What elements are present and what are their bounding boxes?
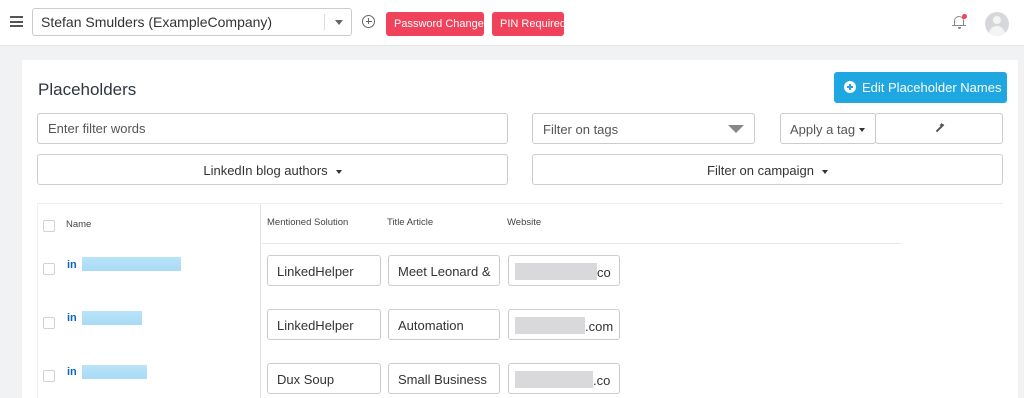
menu-icon[interactable] <box>10 16 23 27</box>
password-changed-badge[interactable]: Password Changed <box>386 12 490 36</box>
website-field[interactable]: .co <box>508 363 620 394</box>
row-checkbox[interactable] <box>43 263 55 275</box>
website-field[interactable]: co <box>508 255 620 286</box>
linkedin-blog-authors-label: LinkedIn blog authors <box>203 163 328 178</box>
mentioned-solution-field[interactable]: Dux Soup <box>267 363 381 394</box>
filter-on-campaign-dropdown[interactable]: Filter on campaign <box>532 154 1003 185</box>
select-separator <box>324 14 325 30</box>
filter-on-campaign-label: Filter on campaign <box>707 163 814 178</box>
column-header-title-article: Title Article <box>387 217 434 228</box>
linkedin-icon[interactable]: in <box>67 312 77 324</box>
chevron-down-icon <box>728 125 744 133</box>
apply-tag-label: Apply a tag <box>790 122 856 137</box>
column-header-name: Name <box>66 219 92 230</box>
caret-down-icon <box>821 169 828 174</box>
header-divider <box>262 243 902 244</box>
caret-down-icon <box>335 169 342 174</box>
website-field[interactable]: .com <box>508 309 620 340</box>
notification-bell-icon[interactable] <box>952 14 967 30</box>
magic-wand-icon: ✦ <box>933 122 945 134</box>
placeholders-card: Placeholders Edit Placeholder Names Filt… <box>22 60 1018 398</box>
placeholders-table: Name Mentioned Solution Title Article We… <box>37 203 1003 398</box>
magic-wand-button[interactable]: ✦ <box>875 113 1003 144</box>
avatar[interactable] <box>985 12 1009 36</box>
edit-placeholder-names-button[interactable]: Edit Placeholder Names <box>834 72 1007 103</box>
select-all-checkbox[interactable] <box>43 220 55 232</box>
redacted-name-link[interactable] <box>82 257 181 271</box>
pin-required-badge[interactable]: PIN Required <box>492 12 566 36</box>
website-tail: .com <box>585 319 614 335</box>
linkedin-icon[interactable]: in <box>67 259 77 271</box>
plus-circle-icon <box>844 81 856 93</box>
row-checkbox[interactable] <box>43 370 55 382</box>
mentioned-solution-field[interactable]: LinkedHelper <box>267 255 381 286</box>
add-account-icon[interactable] <box>362 15 375 28</box>
page-title: Placeholders <box>38 80 137 99</box>
column-header-mentioned-solution: Mentioned Solution <box>267 217 349 228</box>
website-tail: co <box>597 265 611 281</box>
title-article-field[interactable]: Automation <box>388 309 500 340</box>
top-bar: Stefan Smulders (ExampleCompany) Passwor… <box>0 0 1024 46</box>
apply-tag-dropdown[interactable]: Apply a tag <box>780 113 876 144</box>
redacted-name-link[interactable] <box>82 311 142 325</box>
edit-placeholder-names-label: Edit Placeholder Names <box>862 80 1002 95</box>
caret-down-icon <box>859 128 865 132</box>
row-checkbox[interactable] <box>43 317 55 329</box>
redacted-website <box>515 262 597 280</box>
redacted-name-link[interactable] <box>82 365 147 379</box>
mentioned-solution-field[interactable]: LinkedHelper <box>267 309 381 340</box>
notification-dot <box>962 14 967 19</box>
filter-on-tags-label: Filter on tags <box>543 122 619 137</box>
redacted-website <box>515 370 593 388</box>
account-select-value: Stefan Smulders (ExampleCompany) <box>41 14 273 30</box>
redacted-website <box>515 316 585 334</box>
website-tail: .co <box>593 373 611 389</box>
chevron-down-icon <box>335 20 343 25</box>
account-select[interactable]: Stefan Smulders (ExampleCompany) <box>32 8 352 36</box>
filter-on-tags-select[interactable]: Filter on tags <box>532 113 755 144</box>
filter-words-input[interactable] <box>37 113 508 144</box>
title-article-field[interactable]: Small Business <box>388 363 500 394</box>
title-article-field[interactable]: Meet Leonard & <box>388 255 500 286</box>
linkedin-icon[interactable]: in <box>67 366 77 378</box>
linkedin-blog-authors-dropdown[interactable]: LinkedIn blog authors <box>37 154 508 185</box>
column-header-website: Website <box>507 217 542 228</box>
